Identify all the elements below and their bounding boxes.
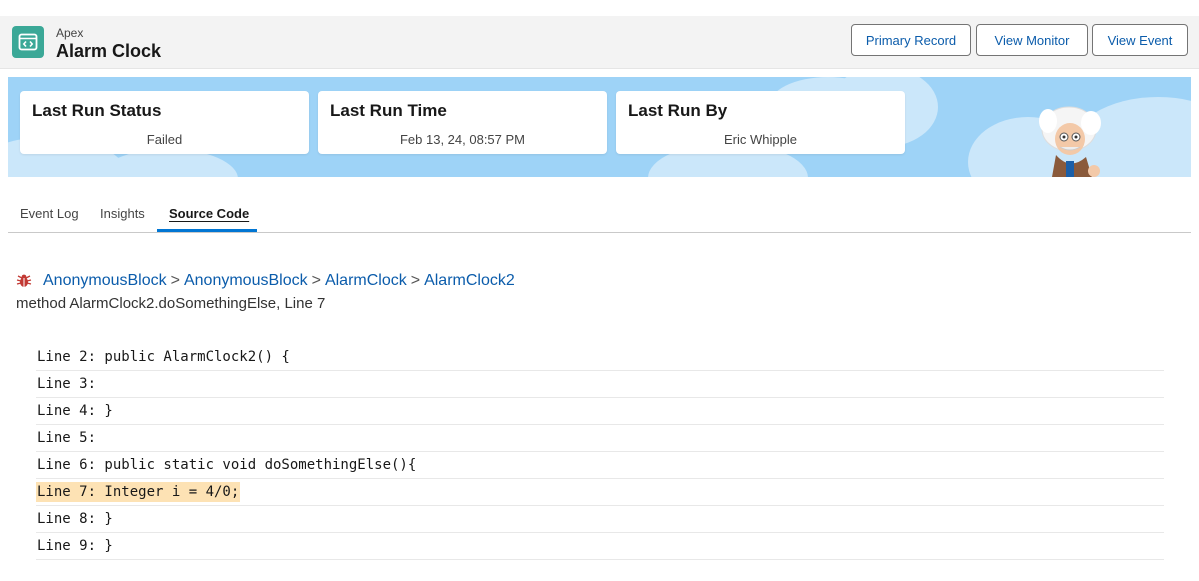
- object-type-label: Apex: [56, 26, 84, 40]
- breadcrumb-link[interactable]: AnonymousBlock: [184, 272, 308, 290]
- code-line-text: Line 4: }: [37, 403, 113, 419]
- summary-banner: Last Run Status Failed Last Run Time Feb…: [8, 77, 1191, 177]
- tab-event-log[interactable]: Event Log: [20, 206, 79, 221]
- code-line-text: Line 2: public AlarmClock2() {: [37, 349, 290, 365]
- last-run-time-card: Last Run Time Feb 13, 24, 08:57 PM: [318, 91, 607, 154]
- card-title: Last Run By: [628, 101, 728, 120]
- code-line-text: Line 6: public static void doSomethingEl…: [37, 457, 417, 473]
- card-title: Last Run Time: [330, 101, 447, 120]
- code-line-text: Line 3:: [37, 376, 97, 392]
- code-line: Line 2: public AlarmClock2() {: [36, 344, 1164, 371]
- primary-record-button[interactable]: Primary Record: [851, 24, 971, 56]
- code-line: Line 4: }: [36, 398, 1164, 425]
- code-line-text: Line 9: }: [37, 538, 113, 554]
- code-line-text: Line 5:: [37, 430, 97, 446]
- method-location: method AlarmClock2.doSomethingElse, Line…: [16, 295, 326, 312]
- code-line-error-highlighted: Line 7: Integer i = 4/0;: [36, 479, 1164, 506]
- stack-breadcrumb: AnonymousBlock > AnonymousBlock > AlarmC…: [16, 272, 515, 290]
- code-icon: [12, 26, 44, 58]
- breadcrumb-separator: >: [311, 272, 321, 289]
- view-monitor-button[interactable]: View Monitor: [976, 24, 1088, 56]
- einstein-mascot: [1039, 106, 1101, 177]
- code-line: Line 9: }: [36, 533, 1164, 560]
- bug-icon: [16, 274, 32, 287]
- tab-insights[interactable]: Insights: [100, 206, 145, 221]
- code-line: Line 8: }: [36, 506, 1164, 533]
- code-line-text: Line 7: Integer i = 4/0;: [36, 482, 241, 502]
- code-line: Line 6: public static void doSomethingEl…: [36, 452, 1164, 479]
- card-value: Feb 13, 24, 08:57 PM: [399, 132, 526, 147]
- page-title: Alarm Clock: [56, 41, 162, 61]
- code-line: Line 5:: [36, 425, 1164, 452]
- breadcrumb-separator: >: [410, 272, 421, 289]
- record-header: Apex Alarm Clock Primary Record View Mon…: [0, 16, 1199, 69]
- breadcrumb-separator: >: [170, 272, 180, 289]
- card-title: Last Run Status: [32, 101, 162, 120]
- last-run-status-card: Last Run Status Failed: [20, 91, 309, 154]
- card-value: Failed: [146, 132, 183, 147]
- active-tab-indicator: [157, 229, 257, 232]
- code-line: Line 3:: [36, 371, 1164, 398]
- source-code-listing: Line 2: public AlarmClock2() { Line 3: L…: [36, 344, 1164, 560]
- tab-source-code[interactable]: Source Code: [169, 206, 249, 221]
- card-value: Eric Whipple: [724, 132, 797, 147]
- tab-bar: Event Log Insights Source Code: [8, 196, 1191, 233]
- last-run-by-card: Last Run By Eric Whipple: [616, 91, 905, 154]
- breadcrumb-link[interactable]: AlarmClock2: [424, 272, 515, 290]
- breadcrumb-link[interactable]: AnonymousBlock: [43, 272, 167, 290]
- breadcrumb-link[interactable]: AlarmClock: [325, 272, 407, 290]
- view-event-button[interactable]: View Event: [1092, 24, 1188, 56]
- code-line-text: Line 8: }: [37, 511, 113, 527]
